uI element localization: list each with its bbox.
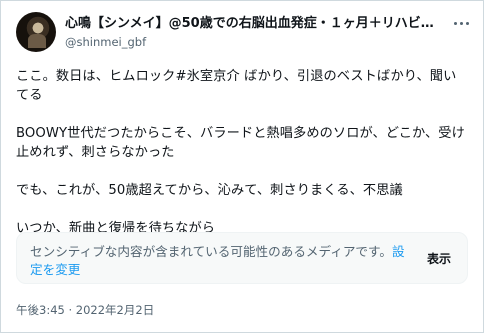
more-dot xyxy=(459,21,463,25)
avatar[interactable] xyxy=(16,12,56,52)
sensitive-notice-text: センシティブな内容が含まれている可能性のあるメディアです。設定を変更 xyxy=(30,243,408,279)
tweet-paragraph: ここ。数日は、ヒムロック#氷室京介 ばかり、引退のベストばかり、聞いてる xyxy=(16,69,457,103)
tweet-text: ここ。数日は、ヒムロック#氷室京介 ばかり、引退のベストばかり、聞いてる BOO… xyxy=(16,67,468,257)
author-display-name[interactable]: 心鳴【シンメイ】@50歳での右脳出血発症・１ヶ月＋リハビリ闘病... xyxy=(65,15,445,33)
tweet-paragraph: BOOWY世代だつたからこそ、バラードと熱唱多めのソロが、どこか、受け止めれず、… xyxy=(16,126,465,160)
author-handle[interactable]: @shinmei_gbf xyxy=(65,35,146,49)
show-media-button[interactable]: 表示 xyxy=(427,250,451,267)
tweet-timestamp[interactable]: 午後3:45 · 2022年2月2日 xyxy=(16,302,154,318)
tweet-card: 心鳴【シンメイ】@50歳での右脳出血発症・１ヶ月＋リハビリ闘病... @shin… xyxy=(0,0,484,333)
more-dot xyxy=(465,21,469,25)
sensitive-notice-label: センシティブな内容が含まれている可能性のあるメディアです。 xyxy=(30,244,392,259)
more-options-icon[interactable] xyxy=(449,13,473,33)
more-dot xyxy=(453,21,457,25)
tweet-paragraph: でも、これが、50歳超えてから、沁みて、刺さりまくる、不思議 xyxy=(16,183,403,198)
sensitive-media-notice: センシティブな内容が含まれている可能性のあるメディアです。設定を変更 表示 xyxy=(16,232,468,284)
